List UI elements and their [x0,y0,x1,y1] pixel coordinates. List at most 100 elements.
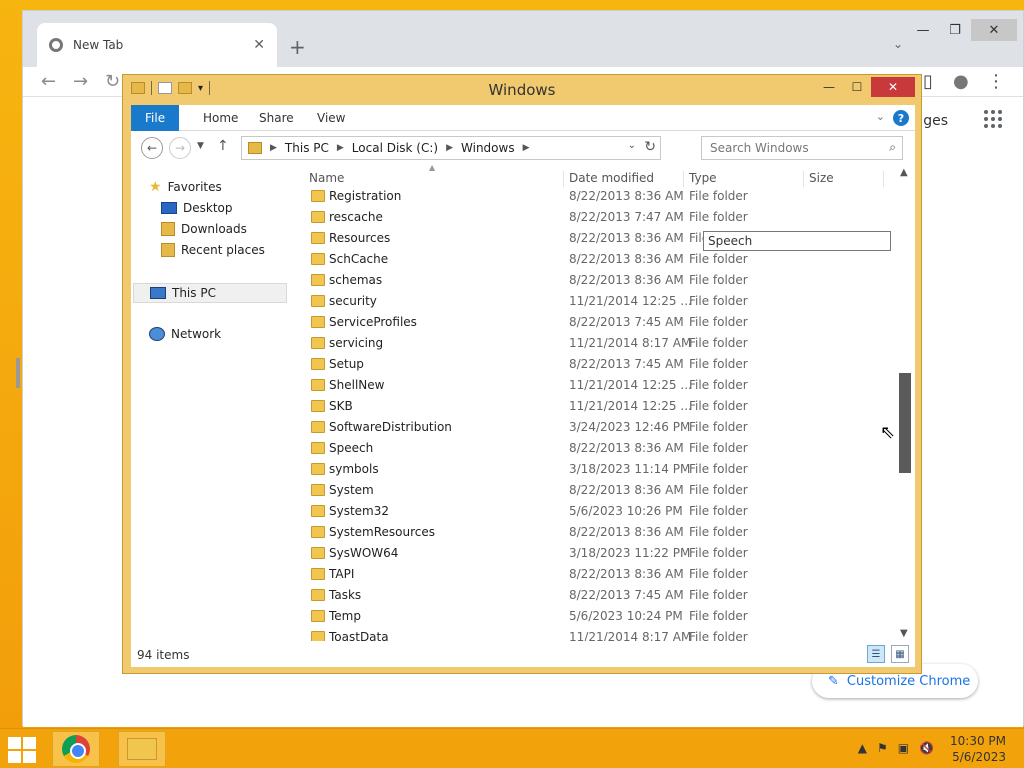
column-divider[interactable] [563,171,564,187]
pencil-icon: ✎ [828,673,839,689]
profile-avatar-icon[interactable]: ● [953,71,969,92]
file-row[interactable]: rescache 8/22/2013 7:47 AM File folder [303,207,893,228]
address-bar[interactable]: ▶ This PC ▶ Local Disk (C:) ▶ Windows ▶ … [241,136,661,160]
folder-icon [311,610,325,622]
refresh-icon[interactable]: ↻ [644,139,656,155]
file-row[interactable]: System32 5/6/2023 10:26 PM File folder [303,501,893,522]
file-row[interactable]: System 8/22/2013 8:36 AM File folder [303,480,893,501]
menu-icon[interactable]: ⋮ [987,71,1005,92]
new-tab-button[interactable]: + [289,35,306,59]
nav-downloads[interactable]: Downloads [161,222,247,236]
file-row[interactable]: Speech 8/22/2013 8:36 AM File folder [303,438,893,459]
column-divider[interactable] [803,171,804,187]
column-header-type[interactable]: Type [689,171,717,185]
breadcrumb-windows[interactable]: Windows [461,141,515,155]
file-row[interactable]: Registration 8/22/2013 8:36 AM File folder [303,186,893,207]
file-date: 3/18/2023 11:14 PM [569,462,691,476]
close-icon[interactable]: ✕ [971,19,1017,41]
nav-network[interactable]: Network [149,327,221,341]
column-header-name[interactable]: Name [309,171,344,185]
up-icon[interactable]: ↑ [217,138,229,154]
tab-view[interactable]: View [303,105,359,131]
nav-favorites[interactable]: ★ Favorites [149,179,222,195]
folder-icon [311,274,325,286]
expand-ribbon-icon[interactable]: ⌄ [876,110,885,123]
recent-places-icon [161,243,175,257]
show-hidden-icons-icon[interactable]: ▲ [858,741,867,755]
volume-muted-icon[interactable]: 🔇 [919,741,934,755]
breadcrumb-local-disk[interactable]: Local Disk (C:) [352,141,438,155]
nav-this-pc[interactable]: This PC [133,283,287,303]
search-input[interactable]: Search Windows ⌕ [701,136,903,160]
action-center-flag-icon[interactable]: ⚑ [877,741,888,755]
tab-share[interactable]: Share [245,105,308,131]
maximize-icon[interactable]: ☐ [843,77,871,97]
file-row[interactable]: schemas 8/22/2013 8:36 AM File folder [303,270,893,291]
chevron-right-icon[interactable]: ▶ [523,143,530,153]
column-header-date[interactable]: Date modified [569,171,654,185]
file-row[interactable]: ServiceProfiles 8/22/2013 7:45 AM File fol… [303,312,893,333]
minimize-icon[interactable]: — [907,19,939,41]
file-row[interactable]: Setup 8/22/2013 7:45 AM File folder [303,354,893,375]
tab-home[interactable]: Home [189,105,252,131]
vertical-scrollbar[interactable]: ▲ ▼ [895,165,915,641]
file-row[interactable]: security 11/21/2014 12:25 ... File folder [303,291,893,312]
back-icon[interactable]: ← [141,137,163,159]
restore-icon[interactable]: ❐ [939,19,971,41]
file-row[interactable]: SoftwareDistribution 3/24/2023 12:46 PM Fi… [303,417,893,438]
tab-close-icon[interactable]: ✕ [253,37,265,53]
taskbar-file-explorer[interactable] [118,731,166,767]
tab-file[interactable]: File [131,105,180,131]
start-button-icon[interactable] [8,737,38,763]
column-header-size[interactable]: Size [809,171,834,185]
file-row[interactable]: SKB 11/21/2014 12:25 ... File folder [303,396,893,417]
details-view-icon[interactable]: ☰ [867,645,885,663]
apps-grid-icon[interactable] [984,110,1002,128]
forward-icon[interactable]: → [73,71,88,92]
file-row[interactable]: ShellNew 11/21/2014 12:25 ... File folder [303,375,893,396]
breadcrumb-this-pc[interactable]: This PC [285,141,329,155]
nav-recent-places[interactable]: Recent places [161,243,265,257]
file-type: File folder [689,525,748,539]
file-row[interactable]: SystemResources 8/22/2013 8:36 AM File fol… [303,522,893,543]
minimize-icon[interactable]: — [815,77,843,97]
file-row[interactable]: Tasks 8/22/2013 7:45 AM File folder [303,585,893,606]
taskbar-chrome[interactable] [52,731,100,767]
file-row[interactable]: servicing 11/21/2014 8:17 AM File folder [303,333,893,354]
search-icon[interactable]: ⌕ [889,140,896,155]
tab-search-icon[interactable]: ⌄ [893,37,903,51]
scroll-up-icon[interactable]: ▲ [900,167,908,178]
file-date: 11/21/2014 12:25 ... [569,378,692,392]
forward-icon[interactable]: → [169,137,191,159]
chevron-right-icon[interactable]: ▶ [446,143,453,153]
sort-ascending-icon: ▲ [429,165,436,172]
file-name: rescache [329,210,383,224]
chevron-right-icon[interactable]: ▶ [270,143,277,153]
back-icon[interactable]: ← [41,71,56,92]
file-name: Setup [329,357,364,371]
file-row[interactable]: SysWOW64 3/18/2023 11:22 PM File folder [303,543,893,564]
file-type: File folder [689,630,748,641]
chevron-right-icon[interactable]: ▶ [337,143,344,153]
nav-desktop[interactable]: Desktop [161,201,233,215]
help-icon[interactable]: ? [893,110,909,126]
file-date: 8/22/2013 8:36 AM [569,441,684,455]
file-row[interactable]: Temp 5/6/2023 10:24 PM File folder [303,606,893,627]
address-dropdown-icon[interactable]: ⌄ [628,140,636,151]
network-status-icon[interactable]: ▣ [898,741,909,755]
column-divider[interactable] [883,171,884,187]
reload-icon[interactable]: ↻ [105,71,120,92]
file-row[interactable]: TAPI 8/22/2013 8:36 AM File folder [303,564,893,585]
recent-locations-icon[interactable]: ▼ [197,141,204,151]
scroll-thumb[interactable] [899,373,911,473]
clock[interactable]: 10:30 PM 5/6/2023 [950,733,1006,765]
file-row[interactable]: SchCache 8/22/2013 8:36 AM File folder [303,249,893,270]
file-row[interactable]: symbols 3/18/2023 11:14 PM File folder [303,459,893,480]
close-icon[interactable]: ✕ [871,77,915,97]
scroll-down-icon[interactable]: ▼ [900,628,908,639]
column-divider[interactable] [683,171,684,187]
large-icons-view-icon[interactable]: ▦ [891,645,909,663]
chrome-tab[interactable]: New Tab ✕ [37,23,277,67]
file-row[interactable]: ToastData 11/21/2014 8:17 AM File folder [303,627,893,641]
side-panel-icon[interactable]: ▯ [923,71,933,92]
